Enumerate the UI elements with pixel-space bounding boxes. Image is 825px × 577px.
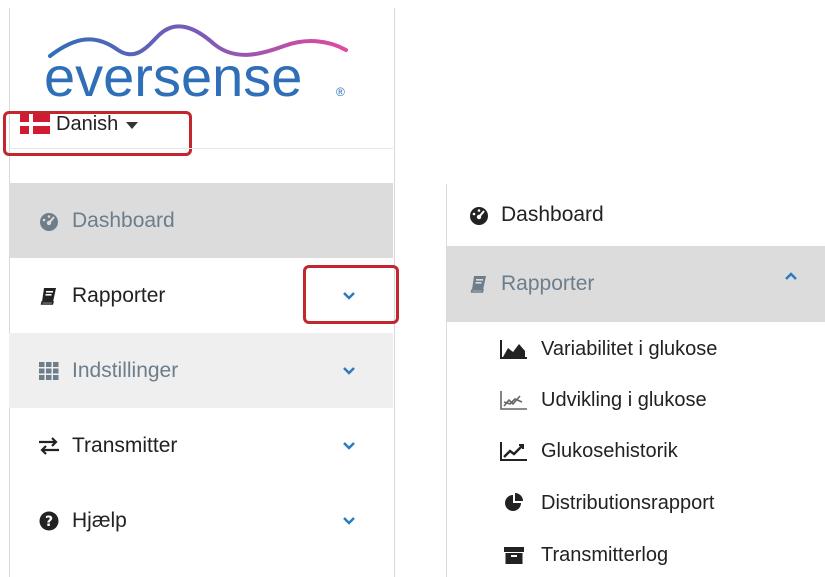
- divider: [9, 148, 393, 149]
- area-chart-icon: [499, 338, 529, 360]
- archive-icon: [499, 544, 529, 566]
- nav-item-dashboard[interactable]: Dashboard: [9, 183, 393, 258]
- nav-item-label: Transmitter: [72, 433, 178, 457]
- sub-item-udvikling[interactable]: Udvikling i glukose: [499, 385, 707, 415]
- chevron-down-icon[interactable]: [341, 363, 357, 379]
- sub-item-glukosehistorik[interactable]: Glukosehistorik: [499, 436, 678, 466]
- trend-chart-icon: [499, 389, 529, 411]
- book-icon: [36, 285, 62, 307]
- nav-item-label: Rapporter: [501, 272, 595, 295]
- sub-item-label: Transmitterlog: [541, 543, 669, 566]
- sub-item-label: Glukosehistorik: [541, 439, 678, 462]
- chevron-down-icon[interactable]: [341, 513, 357, 529]
- pie-chart-icon: [499, 492, 529, 514]
- sub-item-variabilitet[interactable]: Variabilitet i glukose: [499, 334, 717, 364]
- language-label: Danish: [56, 112, 119, 135]
- nav-item-dashboard[interactable]: Dashboard: [447, 184, 825, 246]
- sub-item-label: Variabilitet i glukose: [541, 337, 718, 360]
- book-icon: [467, 273, 491, 295]
- chevron-down-icon[interactable]: [341, 438, 357, 454]
- dashboard-icon: [36, 210, 62, 232]
- grid-icon: [36, 360, 62, 382]
- nav-item-hjaelp[interactable]: ? Hjælp: [9, 483, 393, 558]
- danish-flag-icon: [20, 114, 50, 134]
- svg-text:?: ?: [45, 514, 53, 530]
- nav-item-label: Rapporter: [72, 283, 166, 307]
- sub-item-label: Distributionsrapport: [541, 491, 715, 514]
- chevron-down-icon[interactable]: [341, 288, 357, 304]
- nav-item-label: Dashboard: [72, 208, 175, 232]
- nav-item-rapporter-expanded[interactable]: Rapporter: [447, 246, 825, 322]
- nav-item-indstillinger[interactable]: Indstillinger: [9, 333, 393, 408]
- exchange-icon: [36, 435, 62, 457]
- nav-item-rapporter[interactable]: Rapporter: [9, 258, 393, 333]
- sub-item-label: Udvikling i glukose: [541, 388, 707, 411]
- language-selector[interactable]: Danish: [20, 112, 139, 136]
- nav-item-label: Dashboard: [501, 203, 604, 226]
- nav-item-transmitter[interactable]: Transmitter: [9, 408, 393, 483]
- line-chart-icon: [499, 440, 529, 462]
- logo-wordmark: eversense: [44, 45, 302, 104]
- logo-registered-mark: ®: [336, 85, 345, 99]
- sub-item-transmitterlog[interactable]: Transmitterlog: [499, 540, 668, 570]
- nav-item-label: Indstillinger: [72, 358, 179, 382]
- eversense-logo: eversense ®: [36, 16, 356, 104]
- dashboard-icon: [467, 204, 491, 226]
- sub-item-distributionsrapport[interactable]: Distributionsrapport: [499, 488, 714, 518]
- caret-down-icon: [126, 121, 139, 129]
- question-icon: ?: [36, 510, 62, 532]
- chevron-up-icon[interactable]: [783, 268, 799, 284]
- right-sidebar-expanded: Dashboard Rapporter Variabilitet i gluko…: [446, 184, 825, 577]
- nav-item-label: Hjælp: [72, 508, 127, 532]
